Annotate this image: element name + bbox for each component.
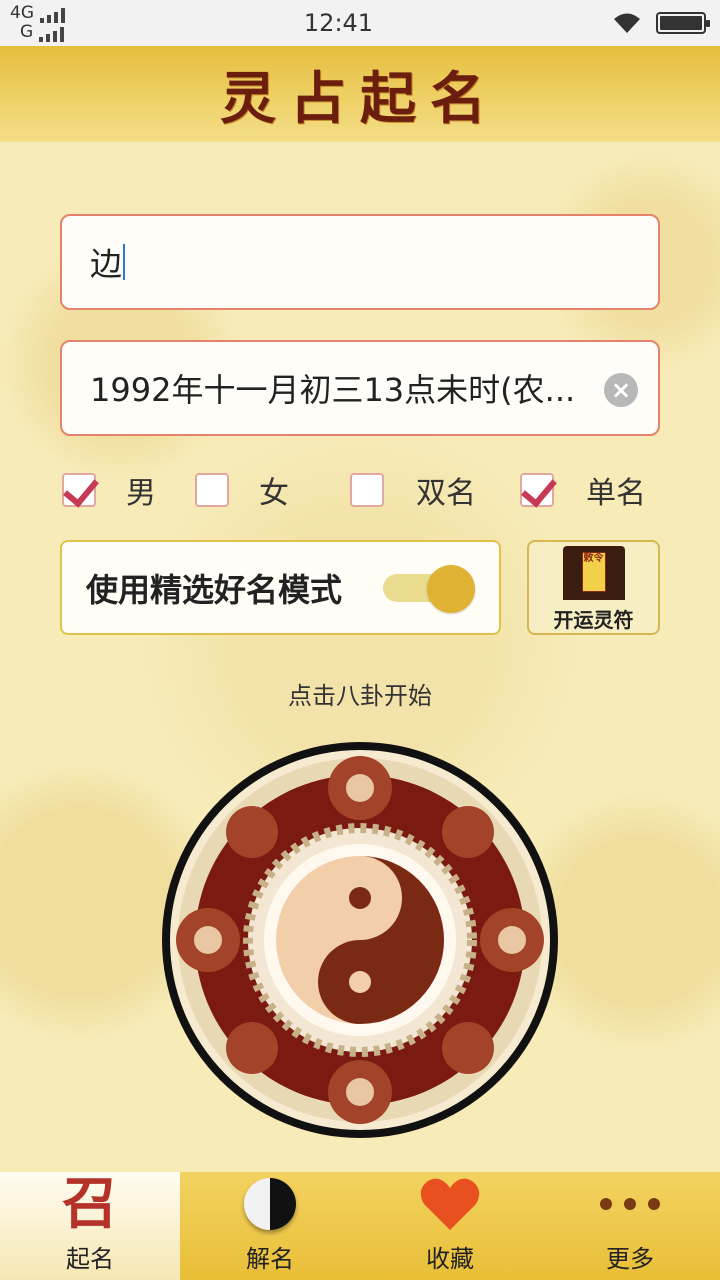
text-cursor [123, 244, 126, 280]
male-checkbox[interactable] [62, 473, 96, 507]
option-single-name[interactable]: 单名 [520, 468, 646, 512]
yin-yang-icon [244, 1177, 296, 1230]
tab-more[interactable]: 更多 [540, 1172, 720, 1280]
premium-mode-toggle[interactable] [383, 565, 475, 613]
start-hint: 点击八卦开始 [288, 682, 432, 710]
single-name-label: 单名 [586, 476, 646, 511]
tab-qiming[interactable]: 召 起名 [0, 1172, 180, 1280]
talisman-icon: 敕令 [562, 546, 625, 600]
lucky-charm-button[interactable]: 敕令 开运灵符 [527, 540, 660, 635]
tab-more-label: 更多 [606, 1245, 654, 1273]
network-indicator: 4G G [10, 4, 65, 42]
female-label: 女 [259, 476, 289, 511]
wifi-icon [613, 13, 640, 33]
double-name-label: 双名 [416, 476, 476, 511]
single-name-checkbox[interactable] [520, 473, 554, 507]
clear-icon[interactable]: × [604, 373, 638, 407]
network-type-bottom: G [20, 22, 34, 42]
more-dots-icon [600, 1197, 660, 1210]
app-header: 灵占起名 [0, 46, 720, 142]
bagua-start-button[interactable] [160, 740, 560, 1140]
network-type-top: 4G [10, 3, 34, 23]
status-bar: 4G G 12:41 [0, 0, 720, 46]
premium-mode-row: 使用精选好名模式 [60, 540, 501, 635]
birth-date-input[interactable]: 1992年十一月初三13点未时(农... × [60, 340, 660, 436]
qiming-seal-icon: 召 [62, 1170, 118, 1237]
app-title: 灵占起名 [220, 65, 500, 132]
birth-date-value: 1992年十一月初三13点未时(农... [90, 371, 576, 409]
toggle-thumb [427, 565, 475, 613]
option-male[interactable]: 男 [62, 468, 156, 512]
option-female[interactable]: 女 [195, 468, 289, 512]
tab-jieming-label: 解名 [246, 1245, 294, 1273]
heart-icon [420, 1178, 480, 1230]
tab-favorites[interactable]: 收藏 [360, 1172, 540, 1280]
premium-mode-label: 使用精选好名模式 [86, 570, 343, 609]
talisman-paper: 敕令 [581, 552, 606, 592]
tab-jieming[interactable]: 解名 [180, 1172, 360, 1280]
surname-value: 边 [90, 245, 123, 283]
tab-qiming-label: 起名 [66, 1245, 114, 1273]
battery-icon [655, 12, 710, 34]
option-double-name[interactable]: 双名 [350, 468, 476, 512]
bottom-tab-bar: 召 起名 解名 收藏 更多 [0, 1172, 720, 1280]
surname-input[interactable]: 边 [60, 214, 660, 310]
signal-icon-secondary [39, 26, 65, 42]
yin-yang-symbol [276, 856, 444, 1024]
female-checkbox[interactable] [195, 473, 229, 507]
tab-favorites-label: 收藏 [426, 1245, 474, 1273]
status-time: 12:41 [303, 9, 374, 37]
male-label: 男 [126, 476, 156, 511]
signal-icon [40, 7, 65, 23]
double-name-checkbox[interactable] [350, 473, 384, 507]
lucky-charm-label: 开运灵符 [553, 608, 634, 632]
